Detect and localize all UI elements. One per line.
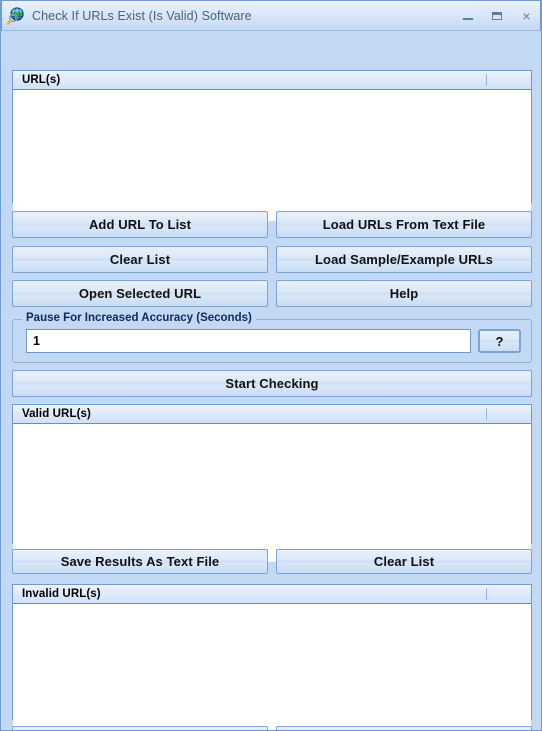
column-divider[interactable] — [486, 588, 487, 600]
close-button[interactable]: × — [519, 9, 534, 24]
url-listbox-header: URL(s) — [13, 71, 531, 90]
globe-magnifier-icon — [7, 6, 25, 25]
invalid-urls-listbox[interactable]: Invalid URL(s) — [12, 584, 532, 730]
invalid-urls-listbox-header: Invalid URL(s) — [13, 585, 531, 604]
add-url-to-list-button[interactable]: Add URL To List — [12, 211, 268, 238]
clear-valid-list-button[interactable]: Clear List — [276, 549, 532, 574]
window-controls: × — [461, 1, 534, 32]
pause-help-button[interactable]: ? — [478, 329, 521, 353]
clear-invalid-list-button[interactable]: Clear List — [276, 726, 532, 730]
invalid-urls-listbox-body[interactable] — [13, 604, 531, 730]
window-title: Check If URLs Exist (Is Valid) Software — [32, 8, 252, 23]
pause-seconds-input[interactable]: 1 — [26, 329, 471, 353]
clear-list-top-button[interactable]: Clear List — [12, 246, 268, 273]
load-urls-from-text-file-button[interactable]: Load URLs From Text File — [276, 211, 532, 238]
help-button[interactable]: Help — [276, 280, 532, 307]
column-divider[interactable] — [486, 408, 487, 420]
valid-urls-listbox-header: Valid URL(s) — [13, 405, 531, 424]
open-selected-url-button[interactable]: Open Selected URL — [12, 280, 268, 307]
valid-urls-listbox[interactable]: Valid URL(s) — [12, 404, 532, 562]
url-listbox[interactable]: URL(s) — [12, 70, 532, 221]
column-divider[interactable] — [486, 74, 487, 86]
application-window: Check If URLs Exist (Is Valid) Software … — [0, 0, 542, 731]
load-sample-example-urls-button[interactable]: Load Sample/Example URLs — [276, 246, 532, 273]
invalid-urls-listbox-header-label: Invalid URL(s) — [22, 588, 101, 600]
url-listbox-body[interactable] — [13, 90, 531, 221]
valid-urls-listbox-header-label: Valid URL(s) — [22, 408, 91, 420]
maximize-button[interactable] — [490, 9, 505, 24]
url-listbox-header-label: URL(s) — [22, 74, 61, 86]
save-invalid-results-button[interactable]: Save Results As Text File — [12, 726, 268, 730]
save-valid-results-button[interactable]: Save Results As Text File — [12, 549, 268, 574]
title-bar: Check If URLs Exist (Is Valid) Software … — [1, 0, 541, 31]
minimize-button[interactable] — [461, 9, 476, 24]
pause-group-label: Pause For Increased Accuracy (Seconds) — [22, 312, 256, 324]
start-checking-button[interactable]: Start Checking — [12, 370, 532, 397]
valid-urls-listbox-body[interactable] — [13, 424, 531, 562]
